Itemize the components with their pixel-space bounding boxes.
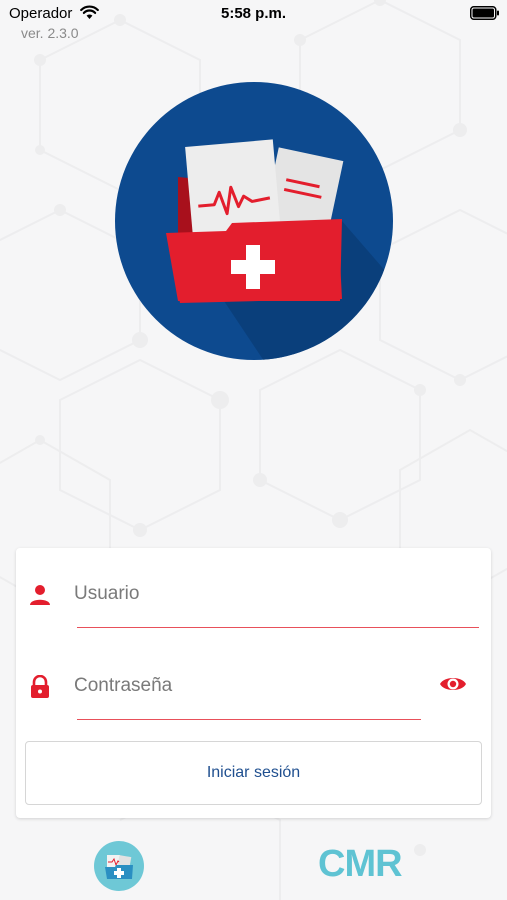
lock-icon — [31, 675, 49, 698]
login-button[interactable]: Iniciar sesión — [25, 741, 482, 805]
status-bar: Operador 5:58 p.m. — [0, 0, 507, 28]
password-input[interactable] — [74, 668, 414, 704]
status-time: 5:58 p.m. — [220, 5, 287, 22]
battery-icon — [470, 6, 499, 20]
login-card: Iniciar sesión — [16, 548, 491, 818]
brand-logo-text: CMR — [318, 843, 403, 885]
password-field — [16, 640, 491, 720]
footer-app-icon — [94, 841, 144, 891]
username-underline — [77, 627, 479, 628]
app-version: ver. 2.3.0 — [21, 25, 79, 41]
user-icon — [30, 585, 50, 605]
username-field — [16, 548, 491, 628]
medical-folder-icon — [115, 82, 393, 360]
username-input[interactable] — [74, 576, 414, 612]
eye-icon[interactable] — [439, 674, 467, 694]
password-underline — [77, 719, 421, 720]
